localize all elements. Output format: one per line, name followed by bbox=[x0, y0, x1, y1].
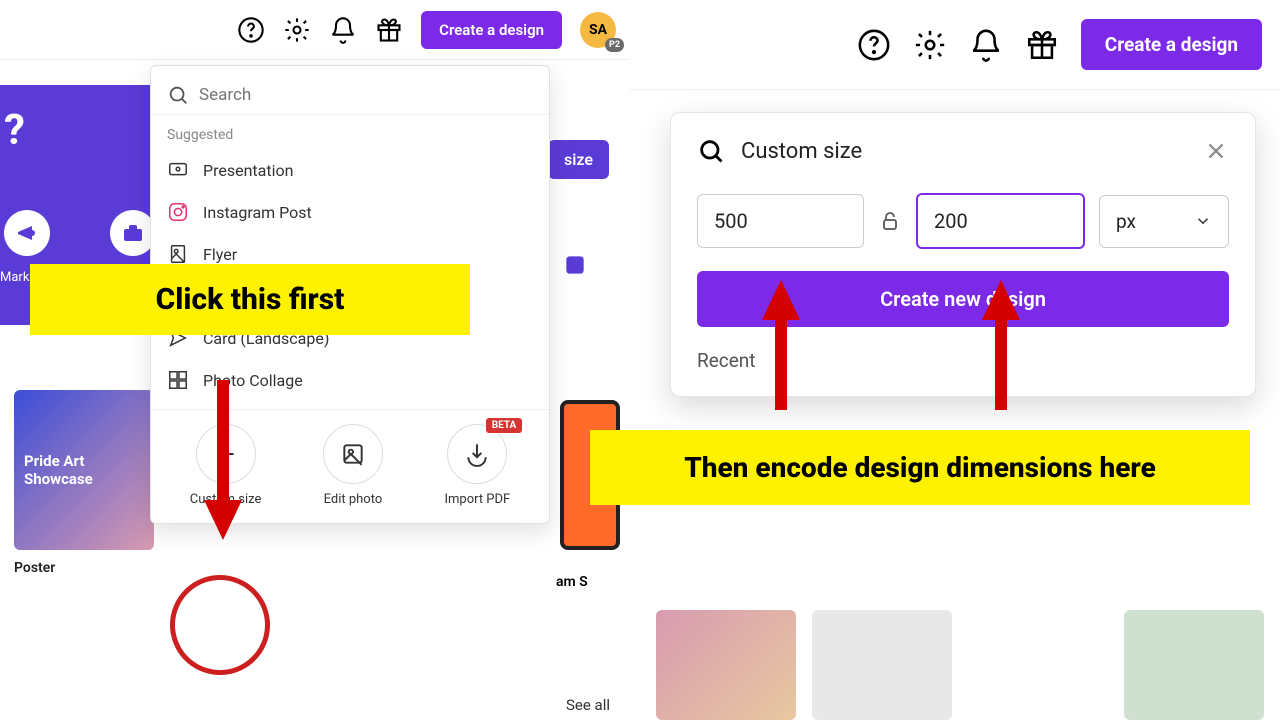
import-icon bbox=[447, 424, 507, 484]
suggested-label: Suggested bbox=[151, 115, 549, 149]
create-design-button-right[interactable]: Create a design bbox=[1081, 19, 1262, 70]
poster-label: Poster bbox=[14, 560, 154, 576]
instagram-icon bbox=[167, 201, 189, 223]
chevron-down-icon bbox=[1194, 212, 1212, 230]
collage-icon bbox=[167, 369, 189, 391]
red-arrow-1 bbox=[198, 380, 248, 560]
dropdown-search[interactable] bbox=[151, 76, 549, 115]
tool-icon[interactable] bbox=[550, 240, 600, 290]
create-design-button-left[interactable]: Create a design bbox=[421, 11, 562, 49]
search-icon bbox=[167, 84, 189, 106]
size-pill[interactable]: size bbox=[548, 140, 609, 179]
help-icon[interactable] bbox=[857, 28, 891, 62]
avatar-badge: P2 bbox=[605, 38, 624, 52]
gift-icon[interactable] bbox=[375, 16, 403, 44]
gift-icon[interactable] bbox=[1025, 28, 1059, 62]
settings-icon[interactable] bbox=[283, 16, 311, 44]
poster-thumbnail: Pride Art Showcase bbox=[14, 390, 154, 550]
callout-first: Click this first bbox=[30, 264, 470, 335]
hero-question: ? bbox=[4, 106, 25, 155]
red-arrow-2 bbox=[756, 270, 806, 410]
settings-icon[interactable] bbox=[913, 28, 947, 62]
top-bar-left: Create a design SA P2 bbox=[0, 0, 630, 60]
poster-card[interactable]: Pride Art Showcase Poster bbox=[14, 390, 154, 576]
phone-card-label: am S bbox=[556, 574, 588, 590]
dd-instagram-post[interactable]: Instagram Post bbox=[151, 191, 549, 233]
bell-icon[interactable] bbox=[969, 28, 1003, 62]
flyer-icon bbox=[167, 243, 189, 265]
edit-photo-button[interactable]: Edit photo bbox=[323, 424, 383, 507]
import-pdf-button[interactable]: BETA Import PDF bbox=[444, 424, 510, 507]
bell-icon[interactable] bbox=[329, 16, 357, 44]
avatar-text: SA bbox=[589, 22, 607, 38]
search-input[interactable] bbox=[199, 85, 533, 105]
top-bar-right: Create a design bbox=[630, 0, 1280, 90]
help-icon[interactable] bbox=[237, 16, 265, 44]
callout-second: Then encode design dimensions here bbox=[590, 430, 1250, 505]
width-input[interactable] bbox=[697, 194, 864, 248]
height-input[interactable] bbox=[916, 193, 1085, 249]
left-screenshot: Create a design SA P2 ? Market size Prid… bbox=[0, 0, 630, 720]
see-all-link[interactable]: See all bbox=[566, 696, 610, 714]
dimension-inputs: px bbox=[697, 193, 1229, 249]
red-arrow-3 bbox=[976, 270, 1026, 410]
template-cards: Pride Art Showcase Poster bbox=[14, 390, 154, 576]
custom-size-title: Custom size bbox=[741, 139, 1187, 164]
dd-presentation[interactable]: Presentation bbox=[151, 149, 549, 191]
megaphone-icon[interactable] bbox=[4, 210, 50, 256]
lock-icon[interactable] bbox=[878, 209, 902, 233]
presentation-icon bbox=[167, 159, 189, 181]
beta-badge: BETA bbox=[486, 418, 523, 433]
search-icon bbox=[697, 137, 725, 165]
red-circle-annotation bbox=[167, 572, 274, 679]
edit-photo-icon bbox=[323, 424, 383, 484]
right-templates-bg bbox=[640, 610, 1280, 720]
close-icon[interactable] bbox=[1203, 138, 1229, 164]
unit-select[interactable]: px bbox=[1099, 195, 1229, 248]
avatar[interactable]: SA P2 bbox=[580, 12, 616, 48]
